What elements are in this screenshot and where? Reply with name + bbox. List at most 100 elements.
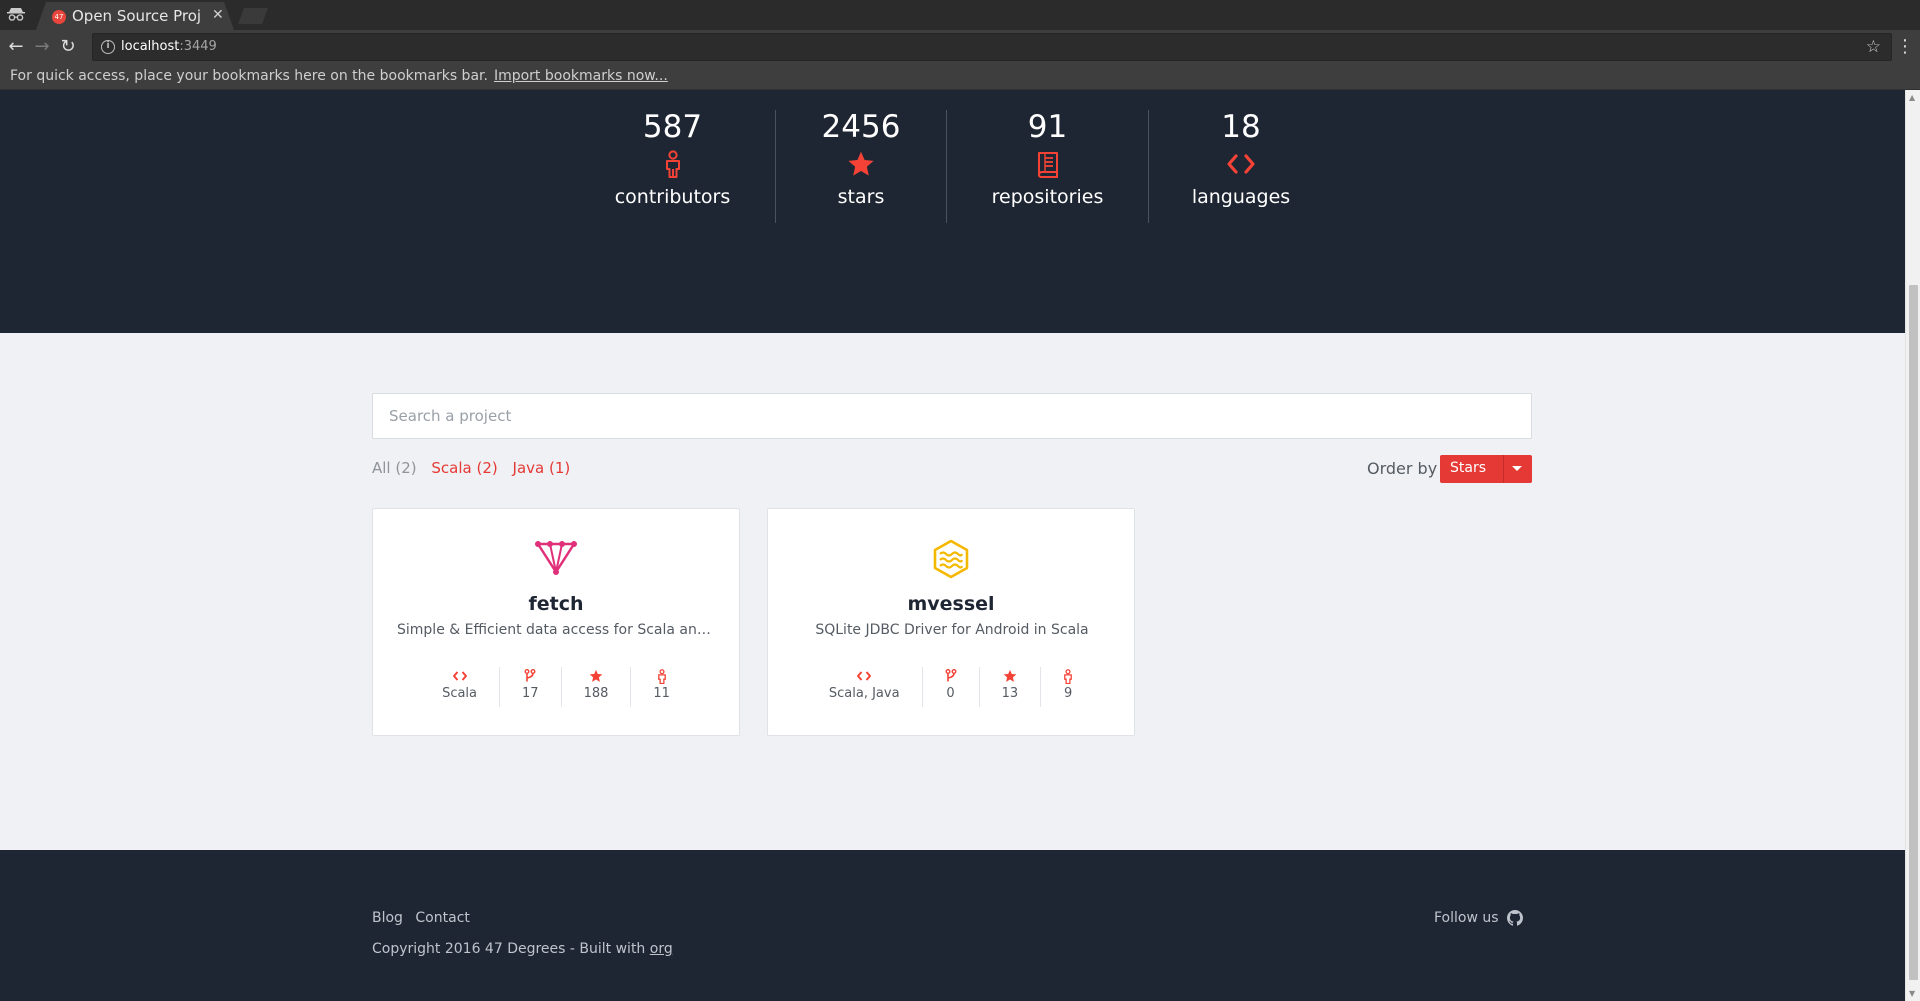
footer-copyright: Copyright 2016 47 Degrees - Built with o…: [372, 941, 673, 957]
metric-value: 188: [583, 686, 609, 701]
stat-label: stars: [837, 186, 885, 208]
footer-link-contact[interactable]: Contact: [415, 910, 469, 926]
projects-section: All (2) Scala (2) Java (1) Order by Star…: [0, 333, 1905, 850]
metric-language: Scala, Java: [823, 667, 922, 707]
metric-stars: 188: [560, 667, 631, 707]
metric-contributors: 11: [630, 667, 676, 707]
language-filters: All (2) Scala (2) Java (1): [372, 459, 580, 477]
new-tab-button[interactable]: [238, 8, 268, 24]
metric-stars: 13: [978, 667, 1041, 707]
project-description: Simple & Efficient data access for Scala…: [397, 622, 717, 638]
stat-contributors: 587 contributors: [610, 110, 735, 224]
follow-us[interactable]: Follow us: [1434, 910, 1523, 926]
address-bar[interactable]: i localhost:3449 ☆: [92, 33, 1892, 61]
footer-link-blog[interactable]: Blog: [372, 910, 403, 926]
scroll-down-icon[interactable]: ▼: [1909, 989, 1915, 998]
metric-value: 17: [522, 686, 539, 701]
metric-value: 13: [1001, 686, 1019, 701]
reload-icon[interactable]: ↻: [58, 37, 78, 57]
tab-close-icon[interactable]: ✕: [212, 7, 224, 23]
stat-divider: [1148, 110, 1149, 223]
stat-value: 18: [1221, 109, 1261, 145]
stat-value: 587: [642, 109, 703, 145]
stat-value: 91: [1027, 109, 1068, 145]
footer-links: Blog Contact: [372, 910, 478, 926]
back-icon[interactable]: ←: [6, 37, 26, 57]
tab-title: Open Source Projec: [72, 7, 202, 25]
url-text: localhost:3449: [121, 39, 217, 54]
browser-menu-icon[interactable]: ⋮: [1896, 36, 1914, 57]
metric-language: Scala: [436, 667, 499, 707]
org-link[interactable]: org: [650, 941, 673, 957]
browser-toolbar: ← → ↻ i localhost:3449 ☆ ⋮: [0, 30, 1920, 64]
metric-contributors: 9: [1040, 667, 1079, 707]
code-icon: [856, 667, 872, 685]
project-name[interactable]: mvessel: [768, 593, 1134, 615]
filter-java[interactable]: Java (1): [513, 459, 571, 477]
metric-forks: 0: [921, 667, 979, 707]
fork-icon: [524, 667, 536, 685]
search-input[interactable]: [372, 393, 1532, 439]
project-name[interactable]: fetch: [373, 593, 739, 615]
forward-icon[interactable]: →: [32, 37, 52, 57]
stat-repositories: 91 repositories: [980, 110, 1115, 224]
import-bookmarks-link[interactable]: Import bookmarks now...: [494, 68, 668, 84]
fetch-logo-icon: [373, 539, 739, 579]
metric-value: Scala, Java: [828, 686, 900, 701]
dropdown-separator: [1503, 455, 1504, 483]
page-viewport: 587 contributors 2456 stars 91 repositor…: [0, 90, 1905, 1001]
browser-tab-active[interactable]: 47 Open Source Projec ✕: [36, 2, 234, 30]
project-card-mvessel[interactable]: mvessel SQLite JDBC Driver for Android i…: [767, 508, 1135, 736]
metric-forks: 17: [499, 667, 561, 707]
stat-label: repositories: [991, 186, 1104, 208]
project-card-fetch[interactable]: fetch Simple & Efficient data access for…: [372, 508, 740, 736]
incognito-icon: [7, 8, 25, 21]
mvessel-logo-icon: [768, 539, 1134, 579]
contributor-icon: [1063, 667, 1073, 685]
bookmarks-bar: For quick access, place your bookmarks h…: [0, 64, 1920, 90]
contributor-icon: [610, 144, 735, 184]
site-info-icon[interactable]: i: [101, 40, 115, 54]
page-footer: Blog Contact Copyright 2016 47 Degrees -…: [0, 850, 1905, 1001]
filter-scala[interactable]: Scala (2): [431, 459, 497, 477]
order-by-label: Order by: [1367, 459, 1438, 478]
url-port: :3449: [179, 39, 217, 54]
stat-divider: [946, 110, 947, 223]
scroll-up-icon[interactable]: ▲: [1909, 93, 1915, 102]
code-icon: [452, 667, 468, 685]
stat-label: contributors: [614, 186, 731, 208]
stat-label: languages: [1191, 186, 1291, 208]
metric-value: 11: [653, 686, 670, 701]
code-icon: [1180, 144, 1302, 184]
book-icon: [980, 144, 1115, 184]
contributor-icon: [657, 667, 667, 685]
bookmark-star-icon[interactable]: ☆: [1866, 37, 1881, 57]
project-metrics: Scala 17 188 11: [373, 667, 739, 707]
metric-value: Scala: [442, 686, 478, 701]
star-icon: [1003, 667, 1017, 685]
scrollbar-thumb[interactable]: [1909, 285, 1918, 980]
project-metrics: Scala, Java 0 13 9: [768, 667, 1134, 707]
chevron-down-icon[interactable]: [1512, 466, 1522, 471]
stat-languages: 18 languages: [1180, 110, 1302, 224]
order-by-dropdown[interactable]: Stars: [1440, 455, 1532, 483]
metric-value: 9: [1063, 686, 1073, 701]
stat-value: 2456: [821, 109, 901, 145]
copyright-text: Copyright 2016 47 Degrees - Built with: [372, 941, 646, 957]
filter-all[interactable]: All (2): [372, 459, 417, 477]
browser-tab-bar: 47 Open Source Projec ✕: [0, 0, 1920, 30]
stat-stars: 2456 stars: [800, 110, 922, 224]
url-host: localhost: [121, 39, 180, 54]
github-icon[interactable]: [1506, 910, 1523, 926]
fork-icon: [945, 667, 957, 685]
metric-value: 0: [946, 686, 955, 701]
site-favicon-icon: 47: [52, 10, 66, 24]
bookmarks-message-text: For quick access, place your bookmarks h…: [10, 68, 488, 84]
hero-stats: 587 contributors 2456 stars 91 repositor…: [0, 90, 1905, 333]
stat-divider: [775, 110, 776, 223]
page-scrollbar[interactable]: ▲ ▼: [1905, 90, 1920, 1001]
project-description: SQLite JDBC Driver for Android in Scala: [815, 622, 1089, 638]
follow-us-label: Follow us: [1434, 910, 1499, 926]
bookmarks-message: For quick access, place your bookmarks h…: [10, 68, 668, 84]
star-icon: [800, 144, 922, 184]
